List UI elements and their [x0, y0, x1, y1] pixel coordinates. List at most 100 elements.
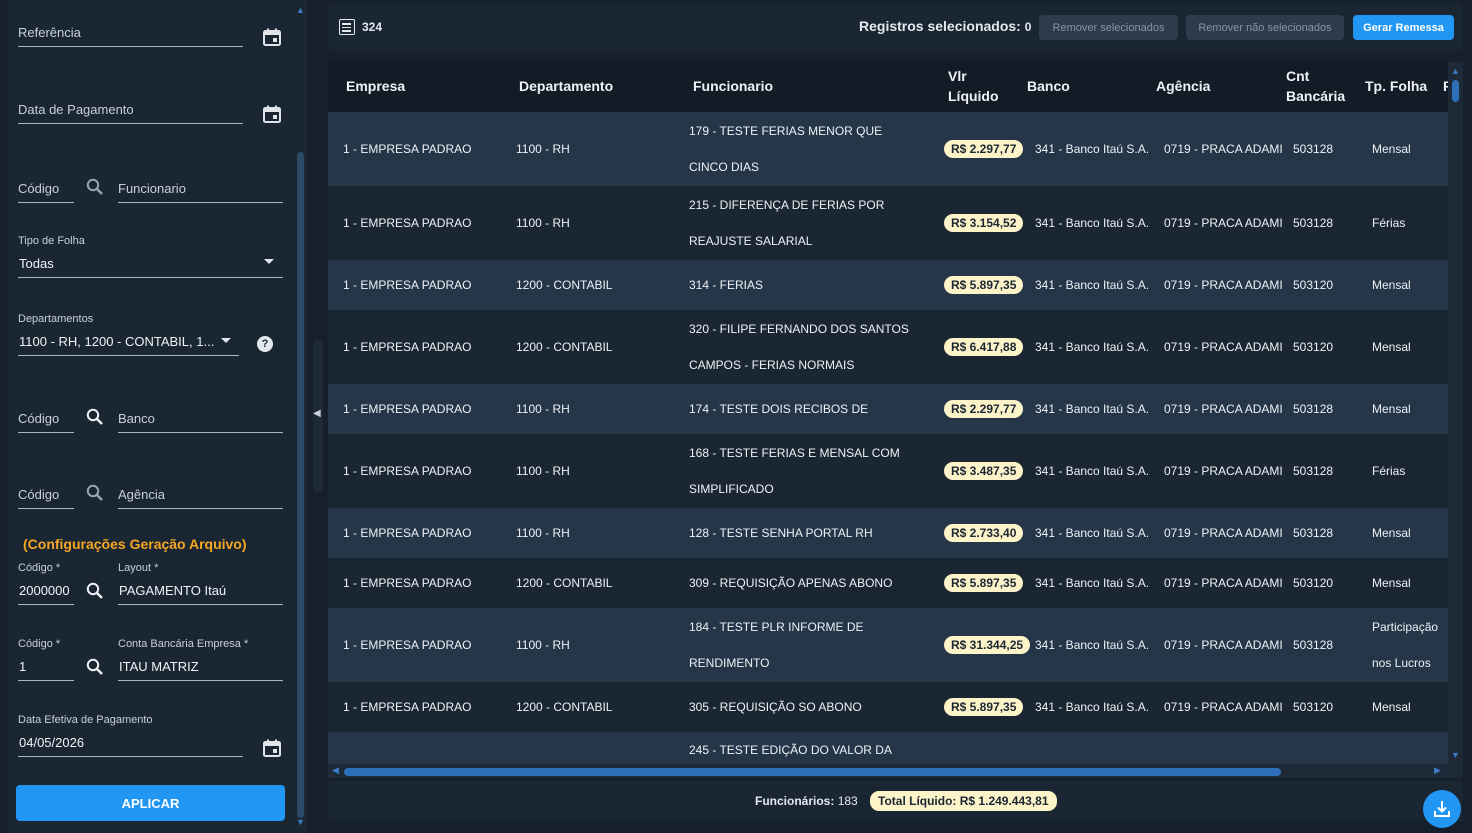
header-banco[interactable]: Banco	[1027, 76, 1070, 96]
cell-empresa: 1 - EMPRESA PADRAO	[343, 340, 472, 354]
banco-field[interactable]: Banco	[118, 406, 283, 434]
help-icon[interactable]: ?	[257, 336, 273, 352]
header-cnt-bancaria[interactable]: Cnt Bancária	[1286, 66, 1346, 106]
collapse-panel-icon[interactable]: ◀	[313, 408, 321, 419]
cell-cnt-bancaria: 503128	[1293, 526, 1334, 540]
search-icon[interactable]	[85, 657, 105, 677]
cell-cnt-bancaria: 503128	[1293, 142, 1334, 156]
table-row[interactable]: 1 - EMPRESA PADRAO 1100 - RH 128 - TESTE S…	[328, 508, 1448, 558]
agencia-placeholder: Agência	[118, 487, 165, 502]
calendar-icon[interactable]	[261, 26, 283, 48]
cell-banco: 341 - Banco Itaú S.A.	[1035, 700, 1150, 714]
table-row[interactable]: 1 - EMPRESA PADRAO 1200 - CONTABIL 320 - F…	[328, 310, 1448, 384]
funcionario-codigo-field[interactable]: Código	[18, 176, 74, 204]
scrollbar-thumb[interactable]	[297, 152, 304, 818]
header-vlr-liquido[interactable]: Vlr Líquido	[948, 66, 1008, 106]
apply-button[interactable]: APLICAR	[16, 785, 285, 821]
cell-empresa: 1 - EMPRESA PADRAO	[343, 464, 472, 478]
cell-departamento: 1200 - CONTABIL	[516, 340, 613, 354]
layout-field[interactable]: Layout * PAGAMENTO Itaú	[118, 560, 283, 606]
scroll-up-arrow[interactable]: ▲	[1451, 66, 1460, 76]
funcionario-field[interactable]: Funcionario	[118, 176, 283, 204]
cell-cnt-bancaria: 503128	[1293, 464, 1334, 478]
scroll-up-arrow[interactable]: ▲	[295, 5, 306, 15]
list-icon	[339, 19, 355, 35]
cell-funcionario: 128 - TESTE SENHA PORTAL RH	[689, 526, 873, 540]
search-icon[interactable]	[85, 177, 105, 197]
header-agencia[interactable]: Agência	[1156, 76, 1210, 96]
download-button[interactable]	[1423, 790, 1461, 828]
departamentos-select[interactable]: Departamentos 1100 - RH, 1200 - CONTABIL…	[18, 311, 239, 357]
table-row[interactable]: 1 - EMPRESA PADRAO 1100 - RH 184 - TESTE P…	[328, 608, 1448, 682]
table-vertical-scrollbar[interactable]: ▲ ▼	[1448, 62, 1463, 778]
underline	[18, 277, 283, 278]
calendar-icon[interactable]	[261, 737, 283, 759]
table-row[interactable]: 1 - EMPRESA PADRAO 1200 - CONTABIL 305 - R…	[328, 682, 1448, 732]
cell-tp-folha: Mensal	[1372, 340, 1411, 354]
calendar-icon[interactable]	[261, 103, 283, 125]
cell-tp-folha: Férias	[1372, 216, 1406, 230]
underline	[118, 680, 283, 681]
selected-label: Registros selecionados:	[859, 18, 1021, 34]
underline	[18, 680, 74, 681]
scroll-down-arrow[interactable]: ▼	[1451, 750, 1460, 760]
cell-banco: 341 - Banco Itaú S.A.	[1035, 340, 1150, 354]
cell-cnt-bancaria: 503128	[1293, 216, 1334, 230]
table-body: 1 - EMPRESA PADRAO 1100 - RH 179 - TESTE F…	[328, 112, 1448, 778]
table-row[interactable]: 1 - EMPRESA PADRAO 1200 - CONTABIL 314 - F…	[328, 260, 1448, 310]
table-row[interactable]: 1 - EMPRESA PADRAO 1100 - RH 179 - TESTE F…	[328, 112, 1448, 186]
cell-empresa: 1 - EMPRESA PADRAO	[343, 402, 472, 416]
table-row[interactable]: 1 - EMPRESA PADRAO 1100 - RH 215 - DIFEREN…	[328, 186, 1448, 260]
data-efetiva-label: Data Efetiva de Pagamento	[18, 714, 153, 726]
cell-empresa: 1 - EMPRESA PADRAO	[343, 526, 472, 540]
cell-banco: 341 - Banco Itaú S.A.	[1035, 402, 1150, 416]
underline	[118, 202, 283, 203]
data-pagamento-field[interactable]: Data de Pagamento	[18, 97, 243, 125]
table-horizontal-scrollbar[interactable]: ◀ ▶	[328, 764, 1448, 778]
table-row[interactable]: 1 - EMPRESA PADRAO 1100 - RH 174 - TESTE D…	[328, 384, 1448, 452]
data-efetiva-field[interactable]: Data Efetiva de Pagamento 04/05/2026	[18, 712, 243, 758]
cell-empresa: 1 - EMPRESA PADRAO	[343, 700, 472, 714]
cell-funcionario: 314 - FERIAS	[689, 278, 764, 292]
agencia-field[interactable]: Agência	[118, 482, 283, 510]
cell-tp-folha: Mensal	[1372, 526, 1411, 540]
scroll-left-arrow[interactable]: ◀	[332, 765, 339, 776]
header-departamento[interactable]: Departamento	[519, 76, 613, 96]
cell-banco: 341 - Banco Itaú S.A.	[1035, 278, 1150, 292]
banco-placeholder: Banco	[118, 411, 155, 426]
generate-remittance-button[interactable]: Gerar Remessa	[1353, 15, 1454, 40]
banco-codigo-field[interactable]: Código	[18, 406, 74, 434]
header-empresa[interactable]: Empresa	[346, 76, 405, 96]
departamentos-value: 1100 - RH, 1200 - CONTABIL, 1...	[19, 334, 215, 349]
scrollbar-thumb[interactable]	[1452, 80, 1459, 102]
cell-vlr-liquido: R$ 6.417,88	[944, 338, 1024, 356]
table-row[interactable]: 1 - EMPRESA PADRAO 1100 - RH 168 - TESTE F…	[328, 434, 1448, 508]
filter-panel-scrollbar[interactable]: ▲ ▼	[294, 0, 307, 833]
departamentos-label: Departamentos	[18, 313, 94, 325]
scrollbar-thumb[interactable]	[344, 768, 1281, 776]
search-icon[interactable]	[85, 407, 105, 427]
cell-banco: 341 - Banco Itaú S.A.	[1035, 576, 1150, 590]
scroll-right-arrow[interactable]: ▶	[1434, 765, 1441, 776]
referencia-field[interactable]: Referência	[18, 20, 243, 48]
cell-vlr-liquido: R$ 5.897,35	[944, 698, 1024, 716]
conta-codigo-field[interactable]: Código * 1	[18, 636, 74, 682]
cell-tp-folha: Participação nos Lucros	[1372, 620, 1439, 670]
cell-agencia: 0719 - PRACA ADAMI	[1164, 464, 1283, 478]
remove-unselected-button[interactable]: Remover não selecionados	[1186, 15, 1344, 40]
cell-cnt-bancaria: 503120	[1293, 576, 1334, 590]
agencia-codigo-field[interactable]: Código	[18, 482, 74, 510]
search-icon[interactable]	[85, 483, 105, 503]
header-tp-folha[interactable]: Tp. Folha	[1365, 76, 1427, 96]
scroll-down-arrow[interactable]: ▼	[295, 817, 306, 827]
search-icon[interactable]	[85, 581, 105, 601]
banco-codigo-placeholder: Código	[18, 411, 60, 426]
remove-selected-button[interactable]: Remover selecionados	[1039, 15, 1178, 40]
tipo-folha-select[interactable]: Tipo de Folha Todas	[18, 233, 283, 279]
cell-departamento: 1200 - CONTABIL	[516, 278, 613, 292]
header-funcionario[interactable]: Funcionario	[693, 76, 773, 96]
table-row[interactable]: 1 - EMPRESA PADRAO 1200 - CONTABIL 309 - R…	[328, 558, 1448, 608]
conta-field[interactable]: Conta Bancária Empresa * ITAU MATRIZ	[118, 636, 283, 682]
conta-codigo-label: Código *	[18, 638, 61, 650]
layout-codigo-field[interactable]: Código * 2000000	[18, 560, 74, 606]
